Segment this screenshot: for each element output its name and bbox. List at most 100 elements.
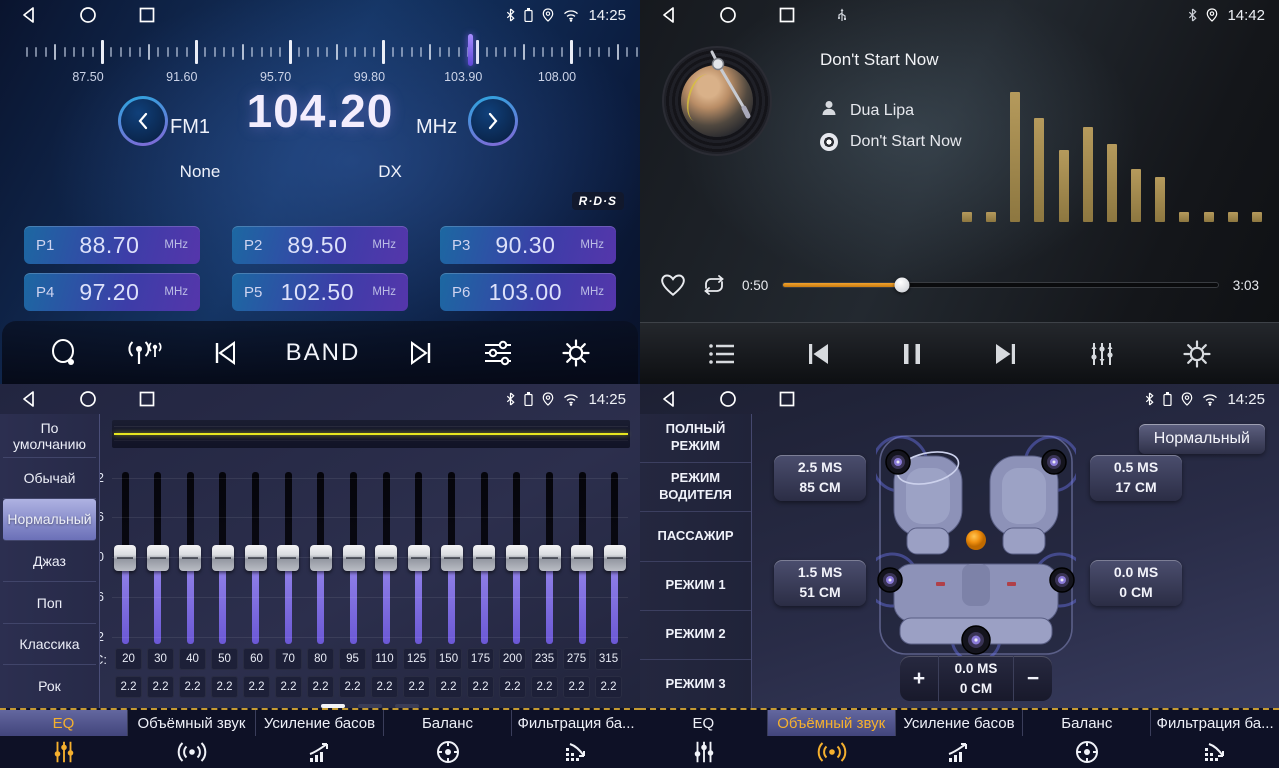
slider-handle[interactable] [343,545,365,571]
eq-band-slider[interactable] [473,472,495,644]
q-value-box[interactable]: 2.2 [435,676,462,698]
fc-value-box[interactable]: 315 [595,648,622,670]
recents-icon[interactable] [139,391,155,407]
stage-mode-item[interactable]: РЕЖИМ ВОДИТЕЛЯ [640,463,751,512]
eq-band-slider[interactable] [571,472,593,644]
preset-button-p6[interactable]: P6103.00MHz [440,273,616,311]
back-icon[interactable] [660,6,677,24]
slider-handle[interactable] [310,545,332,571]
tab-surround-sound[interactable]: Объёмный звук [768,710,896,768]
tab-bass-filter[interactable]: Фильтрация ба... [1151,710,1279,768]
slider-handle[interactable] [277,545,299,571]
slider-handle[interactable] [571,545,593,571]
tab-bass-boost[interactable]: Усиление басов [896,710,1024,768]
pause-icon[interactable] [900,341,924,367]
eq-band-slider[interactable] [179,472,201,644]
tab-balance[interactable]: Баланс [384,710,512,768]
fc-value-box[interactable]: 275 [563,648,590,670]
stage-mode-item[interactable]: РЕЖИМ 1 [640,562,751,611]
q-value-box[interactable]: 2.2 [467,676,494,698]
stage-mode-item[interactable]: ПОЛНЫЙ РЕЖИМ [640,414,751,463]
stage-mode-item[interactable]: РЕЖИМ 2 [640,611,751,660]
tab-bass-filter[interactable]: Фильтрация ба... [512,710,640,768]
eq-band-slider[interactable] [506,472,528,644]
fc-value-box[interactable]: 80 [307,648,334,670]
slider-handle[interactable] [441,545,463,571]
preset-button-p3[interactable]: P390.30MHz [440,226,616,264]
stage-mode-item[interactable]: ПАССАЖИР [640,512,751,561]
preset-button-p5[interactable]: P5102.50MHz [232,273,408,311]
q-value-box[interactable]: 2.2 [499,676,526,698]
repeat-icon[interactable] [700,273,728,297]
increase-button[interactable]: + [900,667,938,691]
tab-bass-boost[interactable]: Усиление басов [256,710,384,768]
eq-preset-item[interactable]: Поп [3,582,96,624]
slider-handle[interactable] [147,545,169,571]
eq-preset-item[interactable]: Классика [3,624,96,666]
tab-eq[interactable]: EQ [0,710,128,768]
stage-mode-item[interactable]: РЕЖИМ 3 [640,660,751,708]
home-icon[interactable] [719,6,737,24]
playlist-icon[interactable] [707,341,737,367]
q-value-box[interactable]: 2.2 [595,676,622,698]
recents-icon[interactable] [779,7,795,23]
frequency-scale[interactable]: 87.5091.6095.7099.80103.90108.00 [0,30,640,88]
q-value-box[interactable]: 2.2 [147,676,174,698]
tuning-pointer[interactable] [468,34,473,66]
slider-handle[interactable] [539,545,561,571]
fc-value-box[interactable]: 70 [275,648,302,670]
eq-band-slider[interactable] [408,472,430,644]
slider-handle[interactable] [179,545,201,571]
preset-button-p2[interactable]: P289.50MHz [232,226,408,264]
eq-preset-item[interactable]: Обычай [3,458,96,500]
back-icon[interactable] [660,390,677,408]
tab-balance[interactable]: Баланс [1023,710,1151,768]
equalizer-icon[interactable] [482,339,514,367]
eq-band-slider[interactable] [375,472,397,644]
previous-station-icon[interactable] [211,340,239,366]
eq-preset-item[interactable]: Джаз [3,541,96,583]
q-value-box[interactable]: 2.2 [243,676,270,698]
fc-value-box[interactable]: 95 [339,648,366,670]
eq-band-slider[interactable] [114,472,136,644]
fc-value-box[interactable]: 235 [531,648,558,670]
equalizer-icon[interactable] [1088,340,1116,368]
fc-value-box[interactable]: 125 [403,648,430,670]
fc-value-box[interactable]: 150 [435,648,462,670]
fc-value-box[interactable]: 20 [115,648,142,670]
seek-down-button[interactable] [118,96,168,146]
eq-band-slider[interactable] [310,472,332,644]
preset-button-p4[interactable]: P497.20MHz [24,273,200,311]
fc-value-box[interactable]: 50 [211,648,238,670]
fc-value-box[interactable]: 30 [147,648,174,670]
q-value-box[interactable]: 2.2 [115,676,142,698]
fc-value-box[interactable]: 40 [179,648,206,670]
scan-icon[interactable] [49,338,79,368]
eq-band-slider[interactable] [539,472,561,644]
q-value-box[interactable]: 2.2 [563,676,590,698]
home-icon[interactable] [79,390,97,408]
slider-handle[interactable] [506,545,528,571]
slider-handle[interactable] [473,545,495,571]
q-value-box[interactable]: 2.2 [211,676,238,698]
next-station-icon[interactable] [407,340,435,366]
eq-preset-item[interactable]: По умолчанию [3,416,96,458]
seek-bar-knob[interactable] [894,278,909,293]
eq-band-slider[interactable] [277,472,299,644]
eq-preset-item[interactable]: Рок [3,665,96,706]
q-value-box[interactable]: 2.2 [403,676,430,698]
recents-icon[interactable] [139,7,155,23]
slider-handle[interactable] [245,545,267,571]
eq-band-slider[interactable] [245,472,267,644]
next-track-icon[interactable] [991,341,1021,367]
seek-up-button[interactable] [468,96,518,146]
q-value-box[interactable]: 2.2 [275,676,302,698]
settings-gear-icon[interactable] [1182,339,1212,369]
slider-handle[interactable] [375,545,397,571]
fc-value-box[interactable]: 110 [371,648,398,670]
q-value-box[interactable]: 2.2 [307,676,334,698]
recents-icon[interactable] [779,391,795,407]
tab-eq[interactable]: EQ [640,710,768,768]
band-button[interactable]: BAND [286,339,361,367]
stage-preset-chip[interactable]: Нормальный [1139,424,1265,454]
